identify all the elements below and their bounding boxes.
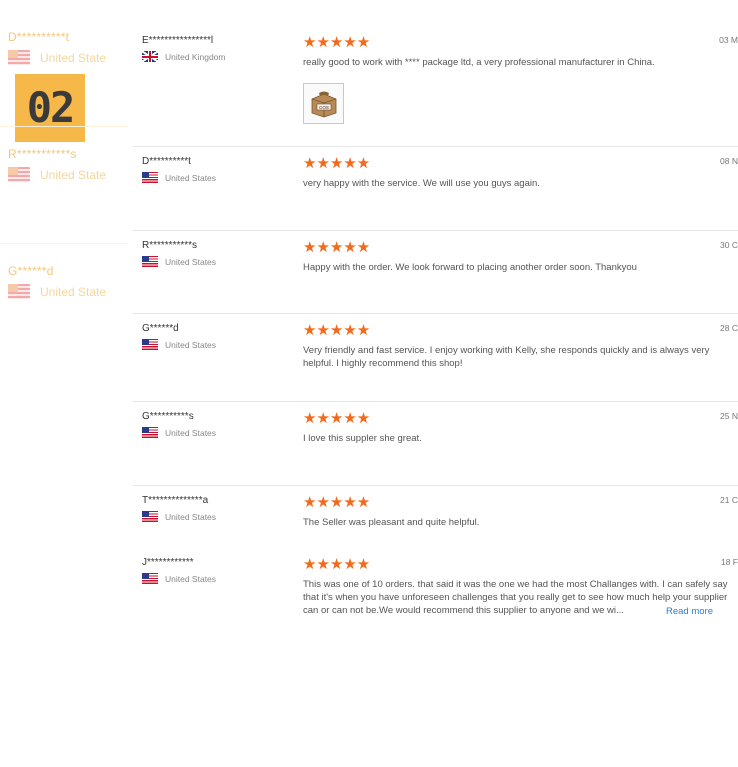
faded-reviewer-column: D**********t United State 02 R**********…	[0, 0, 128, 767]
star-rating-icon: ★★★★★	[303, 239, 371, 256]
reviewer-info: J************ United States	[142, 557, 292, 584]
review-date: 08 N	[720, 156, 738, 166]
reviewer-name: G******d	[142, 323, 179, 334]
package-box-icon: COS	[311, 91, 336, 117]
faded-country: United State	[40, 284, 107, 299]
review-item: J************ United States ★★★★★ This w…	[133, 548, 738, 638]
review-item: G******d United States ★★★★★ Very friend…	[133, 314, 738, 402]
reviewer-name: T**************a	[142, 495, 209, 506]
faded-reviewer-3: G******d United State	[8, 264, 106, 299]
us-flag-icon	[142, 339, 158, 350]
us-flag-icon	[142, 573, 158, 584]
review-text: I love this suppler she great.	[303, 433, 422, 444]
review-text: really good to work with **** package lt…	[303, 57, 655, 68]
reviewer-info: E****************l United Kingdom	[142, 35, 292, 62]
review-photo-thumbnail[interactable]: COS	[303, 83, 344, 124]
reviewer-name: D**********t	[142, 156, 191, 167]
review-date: 21 C	[720, 495, 738, 505]
review-date: 30 C	[720, 240, 738, 250]
faded-reviewer-2: R***********s United State	[8, 147, 106, 182]
reviewer-country: United States	[165, 427, 217, 438]
star-rating-icon: ★★★★★	[303, 556, 371, 573]
reviewer-country: United States	[165, 339, 217, 350]
review-list: E****************l United Kingdom ★★★★★ …	[133, 26, 738, 638]
step-number-badge: 02	[15, 74, 85, 142]
review-date: 03 M	[719, 35, 738, 45]
review-text: Happy with the order. We look forward to…	[303, 262, 637, 273]
us-flag-icon	[8, 284, 30, 299]
faded-country: United State	[40, 50, 107, 65]
faded-reviewer-name: D**********t	[8, 30, 70, 44]
star-rating-icon: ★★★★★	[303, 322, 371, 339]
review-item: E****************l United Kingdom ★★★★★ …	[133, 26, 738, 147]
uk-flag-icon	[142, 51, 158, 62]
faded-country: United State	[40, 167, 107, 182]
us-flag-icon	[142, 256, 158, 267]
review-text: Very friendly and fast service. I enjoy …	[303, 345, 710, 369]
reviewer-country: United States	[165, 172, 217, 183]
reviewer-country: United States	[165, 573, 217, 584]
star-rating-icon: ★★★★★	[303, 155, 371, 172]
star-rating-icon: ★★★★★	[303, 410, 371, 427]
reviewer-info: G**********s United States	[142, 411, 292, 438]
review-date: 25 N	[720, 411, 738, 421]
reviewer-info: D**********t United States	[142, 156, 292, 183]
us-flag-icon	[142, 172, 158, 183]
review-item: T**************a United States ★★★★★ The…	[133, 486, 738, 548]
review-date: 18 F	[720, 557, 738, 567]
faded-reviewer-name: R***********s	[8, 147, 77, 161]
svg-text:COS: COS	[319, 105, 329, 110]
us-flag-icon	[8, 50, 30, 65]
reviewer-country: United Kingdom	[165, 51, 226, 62]
reviewer-info: T**************a United States	[142, 495, 292, 522]
reviewer-name: J************	[142, 557, 194, 568]
star-rating-icon: ★★★★★	[303, 494, 371, 511]
faded-divider	[0, 126, 128, 127]
reviewer-country: United States	[165, 511, 217, 522]
reviewer-name: G**********s	[142, 411, 194, 422]
reviewer-country: United States	[165, 256, 217, 267]
review-date: 28 C	[720, 323, 738, 333]
reviewer-name: R***********s	[142, 240, 198, 251]
review-item: R***********s United States ★★★★★ Happy …	[133, 231, 738, 314]
review-text: very happy with the service. We will use…	[303, 178, 540, 189]
review-item: D**********t United States ★★★★★ very ha…	[133, 147, 738, 231]
us-flag-icon	[142, 511, 158, 522]
us-flag-icon	[142, 427, 158, 438]
reviewer-info: R***********s United States	[142, 240, 292, 267]
star-rating-icon: ★★★★★	[303, 34, 371, 51]
reviewer-name: E****************l	[142, 35, 214, 46]
faded-divider	[0, 243, 128, 244]
us-flag-icon	[8, 167, 30, 182]
review-text: The Seller was pleasant and quite helpfu…	[303, 517, 480, 528]
faded-reviewer-name: G******d	[8, 264, 54, 278]
faded-reviewer-1: D**********t United State	[8, 30, 106, 65]
read-more-link[interactable]: Read more	[662, 606, 713, 617]
review-item: G**********s United States ★★★★★ I love …	[133, 402, 738, 486]
reviewer-info: G******d United States	[142, 323, 292, 350]
